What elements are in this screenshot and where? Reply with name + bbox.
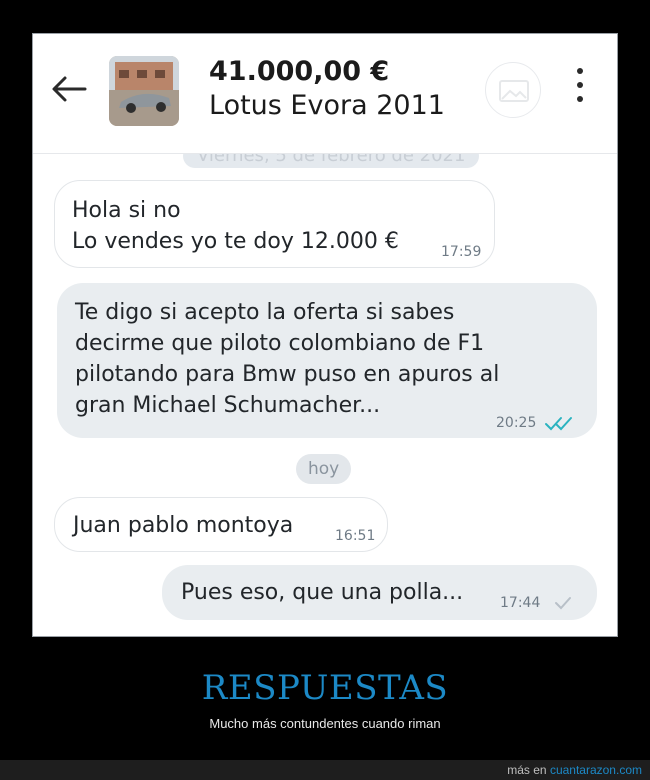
- message-time: 20:25: [496, 415, 537, 431]
- listing-price: 41.000,00 €: [209, 56, 390, 87]
- caption-subtitle: Mucho más contundentes cuando riman: [209, 716, 441, 731]
- message-time: 16:51: [335, 528, 376, 544]
- site-link[interactable]: cuantarazon.com: [550, 763, 642, 777]
- message-list: Viernes, 5 de febrero de 2021 Hola si no…: [33, 144, 617, 636]
- site-credit: más en cuantarazon.com: [507, 763, 642, 777]
- screenshot-frame: 41.000,00 € Lotus Evora 2011 Viernes, 5 …: [32, 33, 618, 637]
- footer-bar: más en cuantarazon.com: [0, 760, 650, 780]
- credit-prefix: más en: [507, 763, 547, 777]
- listing-thumbnail[interactable]: [109, 56, 179, 126]
- more-options-icon[interactable]: [569, 68, 591, 108]
- message-incoming: Hola si no Lo vendes yo te doy 12.000 € …: [54, 180, 495, 268]
- today-separator: hoy: [296, 454, 352, 484]
- sent-receipt-icon: [553, 589, 573, 620]
- message-text: Te digo si acepto la oferta si sabes dec…: [75, 300, 500, 418]
- message-text: Hola si no Lo vendes yo te doy 12.000 €: [72, 198, 399, 254]
- meme-caption: RESPUESTAS Mucho más contundentes cuando…: [0, 668, 650, 731]
- message-time: 17:44: [500, 595, 541, 611]
- message-incoming: Juan pablo montoya 16:51: [54, 497, 388, 552]
- caption-title: RESPUESTAS: [201, 668, 449, 708]
- read-receipt-icon: [544, 409, 574, 440]
- message-time: 17:59: [441, 244, 482, 260]
- listing-title[interactable]: Lotus Evora 2011: [209, 90, 445, 121]
- message-outgoing: Pues eso, que una polla... 17:44: [162, 565, 597, 620]
- user-avatar-icon[interactable]: [485, 62, 541, 118]
- chat-header: 41.000,00 € Lotus Evora 2011: [33, 34, 617, 154]
- back-arrow-icon[interactable]: [51, 74, 87, 104]
- message-outgoing: Te digo si acepto la oferta si sabes dec…: [57, 283, 597, 438]
